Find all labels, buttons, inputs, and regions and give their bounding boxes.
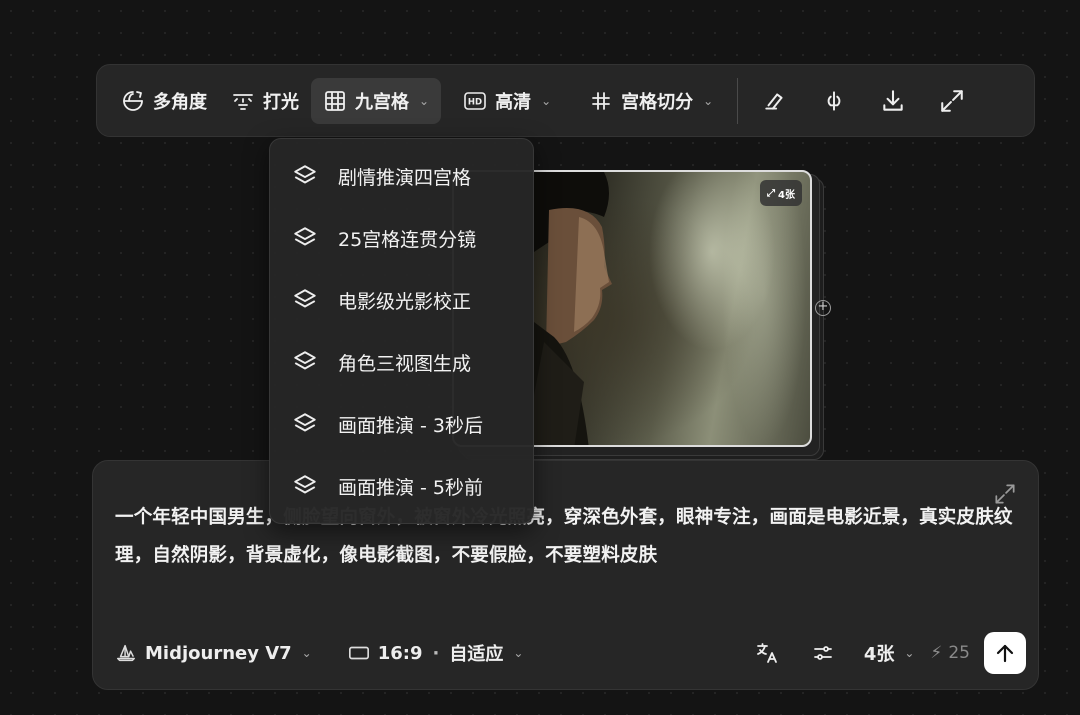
translate-button[interactable] — [752, 638, 782, 668]
menu-item-label: 25宫格连贯分镜 — [338, 228, 477, 251]
layers-icon — [294, 475, 316, 494]
image-count-value: 4张 — [863, 644, 895, 665]
chevron-down-icon: ⌄ — [703, 93, 714, 108]
grid-dropdown-menu: 剧情推演四宫格 25宫格连贯分镜 电影级光影校正 角色三视图生成 画面推演 - … — [269, 138, 534, 524]
sailboat-icon — [117, 644, 135, 662]
menu-item-cinematic-light[interactable]: 电影级光影校正 — [270, 269, 533, 331]
grid-icon — [325, 90, 345, 111]
model-selector[interactable]: Midjourney V7 ⌄ — [115, 642, 312, 664]
model-label: Midjourney V7 — [145, 642, 292, 664]
layers-icon — [294, 289, 316, 308]
prompt-input[interactable]: 一个年轻中国男生，侧脸望向窗外，被窗外冷光照亮，穿深色外套，眼神专注，画面是电影… — [115, 499, 1015, 575]
fullscreen-button[interactable] — [929, 78, 975, 124]
light-icon — [233, 93, 253, 110]
split-icon — [827, 90, 841, 111]
send-button[interactable] — [984, 632, 1026, 674]
menu-item-infer-5s-before[interactable]: 画面推演 - 5秒前 — [270, 455, 533, 517]
expand-icon — [941, 89, 963, 112]
menu-item-label: 剧情推演四宫格 — [338, 166, 472, 189]
multi-angle-button[interactable]: 多角度 — [109, 78, 219, 124]
menu-item-character-three-view[interactable]: 角色三视图生成 — [270, 331, 533, 393]
lighting-button[interactable]: 打光 — [219, 78, 311, 124]
prompt-bottom-bar: Midjourney V7 ⌄ 16:9 · 自适应 ⌄ 4张 ⌄ ⚡ 25 — [115, 631, 1026, 675]
grid-split-label: 宫格切分 — [621, 91, 694, 113]
sliders-icon — [813, 646, 832, 660]
grid-split-button[interactable]: 宫格切分 ⌄ — [577, 78, 725, 124]
toolbar: 多角度 打光 九宫格 ⌄ HD 高清 ⌄ 宫格切分 ⌄ — [96, 64, 1035, 137]
multi-angle-label: 多角度 — [153, 91, 207, 113]
credits-value: 25 — [948, 643, 970, 663]
chevron-down-icon: ⌄ — [301, 646, 312, 660]
chevron-down-icon: ⌄ — [541, 93, 552, 108]
split-button[interactable] — [811, 78, 857, 124]
layers-icon — [294, 227, 316, 246]
add-node-icon[interactable]: + — [815, 300, 831, 316]
image-count-selector[interactable]: 4张 ⌄ — [864, 640, 915, 666]
hd-badge-text: HD — [468, 97, 482, 107]
lightning-icon: ⚡ — [930, 643, 943, 663]
eraser-icon — [765, 93, 783, 110]
aspect-ratio-selector[interactable]: 16:9 · 自适应 ⌄ — [348, 640, 524, 666]
hd-icon: HD — [464, 91, 486, 110]
layers-icon — [294, 413, 316, 432]
hash-icon — [592, 91, 611, 110]
translate-icon — [756, 643, 777, 663]
arrow-up-icon — [996, 644, 1014, 663]
toolbar-divider — [737, 77, 739, 124]
image-count-label: 4张 — [778, 189, 795, 201]
menu-item-label: 画面推演 - 3秒后 — [338, 414, 484, 437]
adapt-label: 自适应 — [449, 644, 504, 665]
ratio-label: 16:9 — [377, 642, 423, 664]
layers-icon — [294, 165, 316, 184]
credits-cost: ⚡ 25 — [930, 643, 970, 663]
prompt-panel: 一个年轻中国男生，侧脸望向窗外，被窗外冷光照亮，穿深色外套，眼神专注，画面是电影… — [92, 460, 1039, 690]
aspect-ratio-icon — [348, 646, 369, 660]
menu-item-label: 画面推演 - 5秒前 — [338, 476, 484, 499]
download-button[interactable] — [870, 78, 916, 124]
image-count-badge[interactable]: ⤢ 4张 — [760, 180, 802, 206]
expand-small-icon: ⤢ — [767, 187, 776, 199]
grid-nine-button[interactable]: 九宫格 ⌄ — [311, 77, 442, 124]
layers-icon — [294, 351, 316, 370]
hd-button[interactable]: HD 高清 ⌄ — [451, 78, 563, 124]
settings-button[interactable] — [808, 638, 838, 668]
chevron-down-icon: ⌄ — [904, 646, 915, 660]
eraser-button[interactable] — [752, 78, 798, 124]
menu-item-story-4-grid[interactable]: 剧情推演四宫格 — [270, 145, 533, 207]
menu-item-label: 电影级光影校正 — [338, 290, 472, 313]
menu-item-25-grid-storyboard[interactable]: 25宫格连贯分镜 — [270, 207, 533, 269]
download-icon — [883, 89, 903, 111]
rotate-3d-icon — [123, 90, 143, 111]
menu-item-label: 角色三视图生成 — [338, 352, 472, 375]
menu-item-infer-3s-after[interactable]: 画面推演 - 3秒后 — [270, 393, 533, 455]
separator-dot: · — [432, 642, 440, 664]
hd-label: 高清 — [495, 91, 532, 113]
grid-nine-label: 九宫格 — [355, 91, 409, 113]
chevron-down-icon: ⌄ — [513, 646, 524, 660]
lighting-label: 打光 — [263, 91, 299, 113]
chevron-down-icon: ⌄ — [419, 93, 430, 108]
